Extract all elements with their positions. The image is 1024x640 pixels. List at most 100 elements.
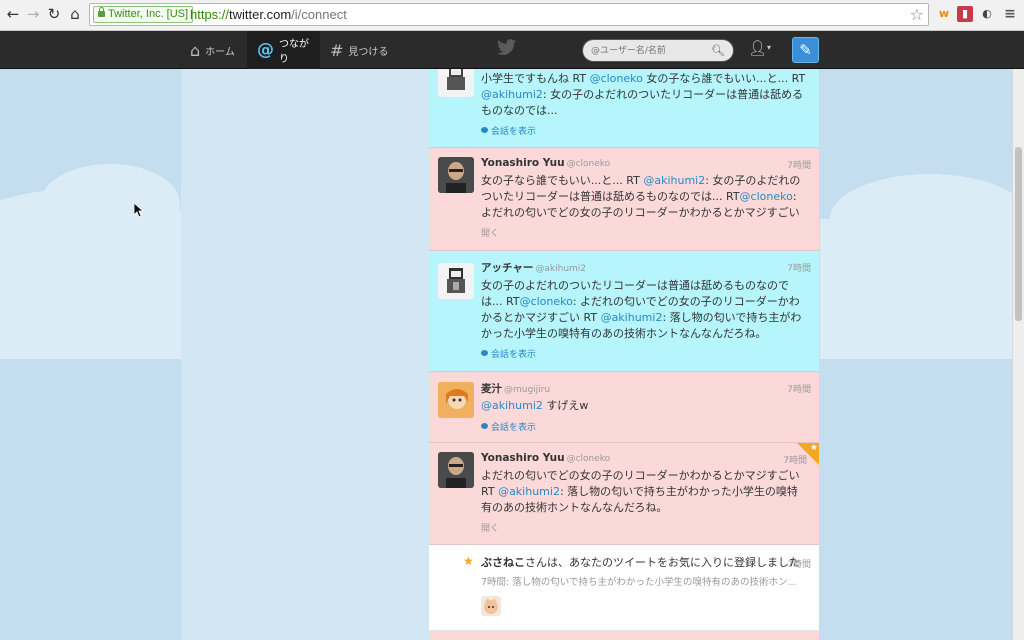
- mention-link[interactable]: @akihumi2: [498, 485, 560, 498]
- tweet-timestamp[interactable]: 7時間: [783, 453, 807, 466]
- twitter-bird-icon[interactable]: [497, 39, 517, 55]
- tweet-text: 女の子のよだれのついたリコーダーは普通は舐めるものなのでは... RT@clon…: [481, 278, 807, 342]
- nav-discover[interactable]: # 見つける: [320, 31, 398, 69]
- show-conversation-link[interactable]: 会話を表示: [481, 347, 536, 360]
- tweet-timestamp[interactable]: 7時間: [787, 261, 811, 274]
- open-tweet-link[interactable]: 開く: [481, 226, 499, 239]
- tweet-text-segment: 女の子なら誰でもいい...と... RT: [642, 72, 806, 85]
- tweet-author-handle[interactable]: @cloneko: [567, 454, 611, 464]
- tweet-item[interactable]: アッチャー @akihumi2 7時間 女の子のよだれのついたリコーダーは普通は舐…: [429, 251, 819, 372]
- notification-actor[interactable]: ぶさねこ: [481, 556, 525, 569]
- tweet-timestamp[interactable]: 7時間: [787, 158, 811, 171]
- tweet-author-name[interactable]: Yonashiro Yuu: [481, 452, 565, 464]
- forward-arrow-icon[interactable]: →: [24, 5, 42, 23]
- tweet-author-handle[interactable]: @mugijiru: [504, 385, 550, 395]
- tweet-header: アッチャー @akihumi2: [481, 260, 586, 275]
- tweet-header: Yonashiro Yuu @cloneko: [481, 157, 610, 169]
- back-arrow-icon[interactable]: ←: [4, 5, 22, 23]
- home-icon[interactable]: ⌂: [66, 5, 84, 23]
- avatar[interactable]: [438, 382, 474, 418]
- tweet-author-name[interactable]: Yonashiro Yuu: [481, 157, 565, 169]
- nav-home-label: ホーム: [205, 46, 235, 58]
- show-conversation-link[interactable]: 会話を表示: [481, 124, 536, 137]
- speech-bubble-icon: [481, 423, 488, 429]
- lock-icon: [98, 7, 105, 17]
- url-text[interactable]: https://twitter.com/i/connect: [190, 7, 347, 22]
- page-scrollbar[interactable]: [1012, 69, 1024, 640]
- tweet-item[interactable]: 小学生ですもんね RT @cloneko 女の子なら誰でもいい...と... R…: [429, 69, 819, 148]
- tweet-text-segment: すげえw: [542, 399, 589, 412]
- compose-tweet-button[interactable]: ✎: [792, 37, 819, 63]
- chevron-down-icon: ▾: [767, 43, 772, 52]
- tweet-author-name[interactable]: アッチャー: [481, 262, 533, 274]
- avatar[interactable]: [438, 157, 474, 193]
- notification-message: さんは、あなたのツイートをお気に入りに登録しました: [525, 556, 800, 569]
- hash-icon: #: [330, 40, 344, 60]
- tweet-author-name[interactable]: 麦汁: [481, 383, 502, 395]
- pencil-icon: ✎: [799, 41, 812, 59]
- mention-link[interactable]: @cloneko: [590, 72, 643, 85]
- site-identity-badge[interactable]: Twitter, Inc. [US]: [93, 6, 194, 23]
- scroll-thumb[interactable]: [1015, 147, 1022, 321]
- url-scheme: https://: [190, 7, 230, 22]
- address-bar[interactable]: Twitter, Inc. [US] https://twitter.com/i…: [89, 3, 929, 26]
- mouse-cursor-icon: [134, 203, 144, 218]
- bookmark-star-icon[interactable]: ☆: [910, 5, 924, 24]
- mention-link[interactable]: @akihumi2: [601, 311, 663, 324]
- tweet-text: よだれの匂いでどの女の子のリコーダーかわかるとかマジすごい RT @akihum…: [481, 468, 807, 516]
- search-box: 🔍︎: [582, 39, 734, 62]
- cloud-decoration: [0, 219, 200, 359]
- tweet-author-handle[interactable]: @cloneko: [567, 159, 611, 169]
- user-icon: 👤︎: [748, 39, 768, 57]
- browser-toolbar: ← → ↻ ⌂ Twitter, Inc. [US] https://twitt…: [0, 0, 1024, 31]
- tweet-text-segment: 女の子なら誰でもいい...と... RT: [481, 174, 644, 187]
- tweet-item[interactable]: ★ Yonashiro Yuu @cloneko 7時間 よだれの匂いでどの女の子…: [429, 443, 819, 545]
- tweet-item[interactable]: [429, 631, 819, 640]
- mention-link[interactable]: @akihumi2: [643, 174, 705, 187]
- tweet-author-handle[interactable]: @akihumi2: [535, 264, 586, 274]
- mention-link[interactable]: @akihumi2: [481, 399, 543, 412]
- avatar[interactable]: [481, 596, 501, 616]
- reload-icon[interactable]: ↻: [45, 5, 63, 23]
- extension-gear-icon[interactable]: ◐: [979, 6, 995, 22]
- wrench-menu-icon[interactable]: ≡: [1002, 6, 1018, 22]
- tweet-item[interactable]: 麦汁 @mugijiru 7時間 @akihumi2 すげえw 会話を表示: [429, 372, 819, 443]
- avatar[interactable]: [438, 452, 474, 488]
- notification-text: ぶさねこさんは、あなたのツイートをお気に入りに登録しました: [481, 554, 800, 570]
- notification-timestamp[interactable]: 7時間: [787, 557, 811, 570]
- nav-home[interactable]: ⌂ ホーム: [180, 31, 245, 69]
- tweet-item[interactable]: Yonashiro Yuu @cloneko 7時間 女の子なら誰でもいい...と…: [429, 148, 819, 251]
- speech-bubble-icon: [481, 350, 488, 356]
- cloud-decoration: [820, 219, 1012, 359]
- favorite-star-icon: ★: [809, 443, 818, 453]
- nav-connect-label: つながり: [279, 39, 309, 65]
- twitter-topbar: ⌂ ホーム @ つながり # 見つける 🔍︎ 👤︎▾ ✎: [0, 31, 1024, 69]
- nav-connect[interactable]: @ つながり: [247, 31, 320, 69]
- avatar[interactable]: [438, 263, 474, 299]
- favorite-star-icon: ★: [463, 554, 474, 568]
- home-icon: ⌂: [190, 40, 201, 60]
- url-path: /i/connect: [291, 7, 347, 22]
- at-icon: @: [257, 40, 274, 60]
- favorite-notification[interactable]: ★ ぶさねこさんは、あなたのツイートをお気に入りに登録しました 7時間 7時間:…: [429, 545, 819, 631]
- user-menu-button[interactable]: 👤︎▾: [748, 39, 780, 61]
- search-icon[interactable]: 🔍︎: [711, 44, 725, 57]
- mention-link[interactable]: @cloneko: [520, 295, 573, 308]
- connect-stream: 小学生ですもんね RT @cloneko 女の子なら誰でもいい...と... R…: [429, 69, 819, 640]
- extension-book-icon[interactable]: ▮: [957, 6, 973, 22]
- mention-link[interactable]: @akihumi2: [481, 88, 543, 101]
- left-column: [181, 69, 429, 640]
- mention-link[interactable]: @cloneko: [740, 190, 793, 203]
- speech-bubble-icon: [481, 127, 488, 133]
- avatar[interactable]: [438, 69, 474, 97]
- tweet-header: 麦汁 @mugijiru: [481, 381, 550, 396]
- tweet-text-segment: 小学生ですもんね RT: [481, 72, 590, 85]
- tweet-text: 女の子なら誰でもいい...と... RT @akihumi2: 女の子のよだれの…: [481, 173, 807, 221]
- tweet-timestamp[interactable]: 7時間: [787, 382, 811, 395]
- search-input[interactable]: [591, 43, 709, 58]
- show-conversation-link[interactable]: 会話を表示: [481, 420, 536, 433]
- extension-w-icon[interactable]: w: [936, 6, 952, 22]
- open-tweet-link[interactable]: 開く: [481, 521, 499, 534]
- site-identity-text: Twitter, Inc. [US]: [108, 8, 189, 20]
- notification-tweet-preview[interactable]: 7時間: 落し物の匂いで持ち主がわかった小学生の嗅特有のあの技術ホン...: [481, 574, 807, 588]
